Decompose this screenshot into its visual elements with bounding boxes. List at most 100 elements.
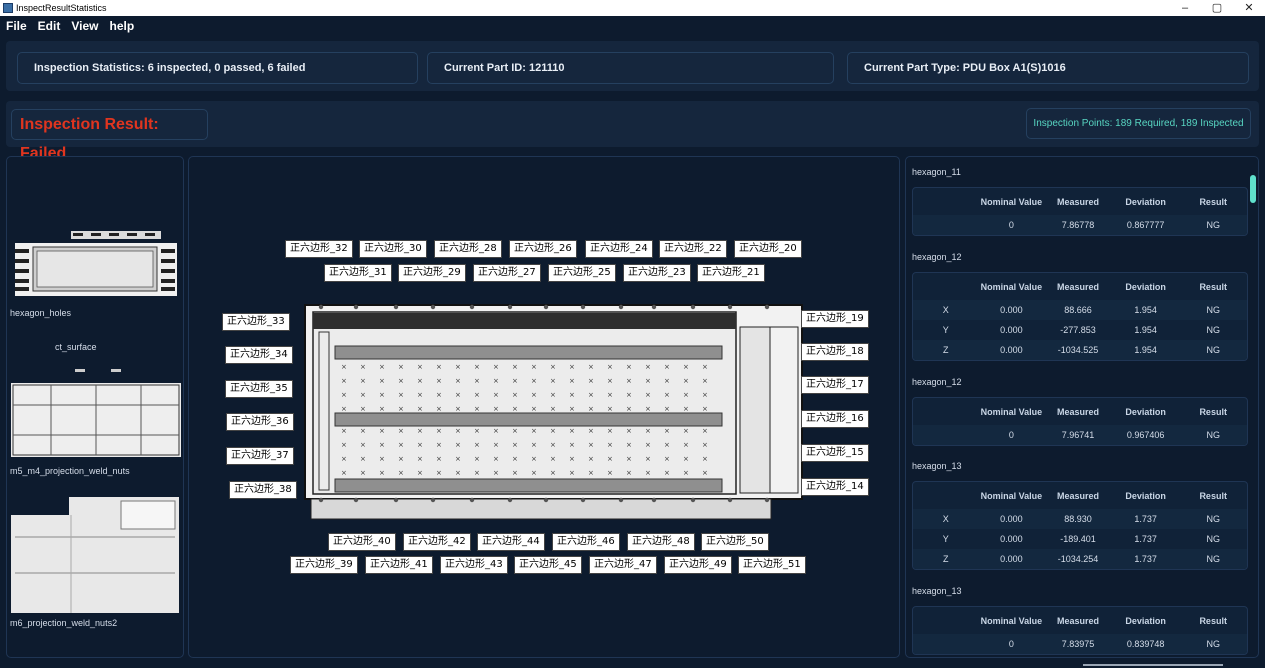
inspection-callout[interactable]: 正六边形_32: [285, 240, 353, 258]
column-header[interactable]: Nominal Value: [979, 407, 1045, 417]
inspection-callout[interactable]: 正六边形_28: [434, 240, 502, 258]
table-row[interactable]: 0 7.96741 0.967406 NG: [913, 425, 1247, 445]
inspection-callout[interactable]: 正六边形_50: [701, 533, 769, 551]
inspection-callout[interactable]: 正六边形_35: [225, 380, 293, 398]
inspection-statistics: Inspection Statistics: 6 inspected, 0 pa…: [17, 52, 418, 84]
column-header[interactable]: Result: [1179, 407, 1247, 417]
column-header[interactable]: Result: [1179, 197, 1247, 207]
inspection-callout[interactable]: 正六边形_39: [290, 556, 358, 574]
table-cell: 1.954: [1134, 325, 1157, 335]
column-header[interactable]: Measured: [1044, 491, 1112, 501]
inspection-callout[interactable]: 正六边形_44: [477, 533, 545, 551]
horizontal-scrollbar[interactable]: [1083, 664, 1223, 666]
table-header-row: Nominal Value Measured Deviation Result: [913, 188, 1247, 215]
inspection-callout[interactable]: 正六边形_31: [324, 264, 392, 282]
table-cell: NG: [1206, 430, 1220, 440]
menu-file[interactable]: File: [6, 19, 27, 33]
inspection-callout[interactable]: 正六边形_29: [398, 264, 466, 282]
thumbnail-m5-m4-weld-nuts[interactable]: [11, 365, 181, 457]
table-cell: 88.666: [1064, 305, 1092, 315]
window-title-bar: InspectResultStatistics – ▢ ✕: [0, 0, 1265, 16]
column-header[interactable]: Measured: [1044, 407, 1112, 417]
inspection-callout[interactable]: 正六边形_43: [440, 556, 508, 574]
inspection-callout[interactable]: 正六边形_26: [509, 240, 577, 258]
inspection-callout[interactable]: 正六边形_38: [229, 481, 297, 499]
inspection-callout[interactable]: 正六边形_27: [473, 264, 541, 282]
table-cell: 0.000: [1000, 514, 1023, 524]
column-header[interactable]: Nominal Value: [979, 197, 1045, 207]
inspection-callout[interactable]: 正六边形_41: [365, 556, 433, 574]
table-cell: 1.954: [1134, 305, 1157, 315]
inspection-callout[interactable]: 正六边形_14: [801, 478, 869, 496]
column-header[interactable]: Nominal Value: [979, 491, 1045, 501]
column-header[interactable]: Deviation: [1112, 282, 1180, 292]
column-header[interactable]: Result: [1179, 616, 1247, 626]
inspection-callout[interactable]: 正六边形_48: [627, 533, 695, 551]
inspection-callout[interactable]: 正六边形_18: [801, 343, 869, 361]
table-row[interactable]: Y 0.000 -189.401 1.737 NG: [913, 529, 1247, 549]
inspection-callout[interactable]: 正六边形_36: [226, 413, 294, 431]
inspection-callout[interactable]: 正六边形_17: [801, 376, 869, 394]
column-header[interactable]: Nominal Value: [979, 282, 1045, 292]
table-cell: Z: [943, 345, 949, 355]
menu-edit[interactable]: Edit: [38, 19, 61, 33]
inspection-result: Inspection Result: Failed: [11, 109, 208, 162]
measurement-table: Nominal Value Measured Deviation Result 0 7.9…: [912, 397, 1248, 446]
minimize-button[interactable]: –: [1169, 0, 1201, 16]
column-header[interactable]: Deviation: [1112, 197, 1180, 207]
app-icon: [3, 3, 13, 13]
inspection-callout[interactable]: 正六边形_23: [623, 264, 691, 282]
inspection-callout[interactable]: 正六边形_46: [552, 533, 620, 551]
table-row[interactable]: Y 0.000 -277.853 1.954 NG: [913, 320, 1247, 340]
maximize-button[interactable]: ▢: [1201, 0, 1233, 16]
menu-help[interactable]: help: [109, 19, 134, 33]
inspection-callout[interactable]: 正六边形_19: [801, 310, 869, 328]
inspection-callout[interactable]: 正六边形_33: [222, 313, 290, 331]
scrollbar-thumb[interactable]: [1250, 175, 1256, 203]
table-row[interactable]: Z 0.000 -1034.254 1.737 NG: [913, 549, 1247, 569]
measurement-group: hexagon_11 Nominal Value Measured Deviation…: [912, 165, 1248, 236]
inspection-callout[interactable]: 正六边形_47: [589, 556, 657, 574]
inspection-callout[interactable]: 正六边形_45: [514, 556, 582, 574]
table-header-row: Nominal Value Measured Deviation Result: [913, 398, 1247, 425]
table-cell: Y: [942, 325, 949, 335]
thumbnail-hexagon-holes[interactable]: [11, 223, 181, 298]
inspection-callout[interactable]: 正六边形_49: [664, 556, 732, 574]
thumbnail-m6-weld-nuts2[interactable]: [11, 497, 181, 613]
inspection-callout[interactable]: 正六边形_37: [226, 447, 294, 465]
column-header[interactable]: Measured: [1044, 616, 1112, 626]
close-button[interactable]: ✕: [1233, 0, 1265, 16]
inspection-callout[interactable]: 正六边形_21: [697, 264, 765, 282]
column-header[interactable]: Deviation: [1112, 616, 1180, 626]
inspection-callout[interactable]: 正六边形_15: [801, 444, 869, 462]
table-row[interactable]: 0 7.86778 0.867777 NG: [913, 215, 1247, 235]
table-row[interactable]: X 0.000 88.930 1.737 NG: [913, 509, 1247, 529]
inspection-callout[interactable]: 正六边形_51: [738, 556, 806, 574]
measurement-group-title: hexagon_13: [912, 586, 962, 596]
column-header[interactable]: Deviation: [1112, 407, 1180, 417]
column-header[interactable]: Nominal Value: [979, 616, 1045, 626]
menu-view[interactable]: View: [71, 19, 98, 33]
inspection-callout[interactable]: 正六边形_40: [328, 533, 396, 551]
inspection-callout[interactable]: 正六边形_34: [225, 346, 293, 364]
inspection-callout[interactable]: 正六边形_30: [359, 240, 427, 258]
measurement-group-title: hexagon_13: [912, 461, 962, 471]
inspection-callout[interactable]: 正六边形_20: [734, 240, 802, 258]
table-row[interactable]: X 0.000 88.666 1.954 NG: [913, 300, 1247, 320]
column-header[interactable]: Result: [1179, 282, 1247, 292]
measurement-panel: hexagon_11 Nominal Value Measured Deviation…: [905, 156, 1259, 658]
current-part-type: Current Part Type: PDU Box A1(S)1016: [847, 52, 1249, 84]
inspection-points: Inspection Points: 189 Required, 189 Ins…: [1026, 108, 1251, 139]
inspection-callout[interactable]: 正六边形_16: [801, 410, 869, 428]
column-header[interactable]: Result: [1179, 491, 1247, 501]
column-header[interactable]: Measured: [1044, 282, 1112, 292]
measurement-group-title: hexagon_11: [912, 167, 961, 177]
inspection-callout[interactable]: 正六边形_22: [659, 240, 727, 258]
inspection-callout[interactable]: 正六边形_24: [585, 240, 653, 258]
table-row[interactable]: 0 7.83975 0.839748 NG: [913, 634, 1247, 654]
inspection-callout[interactable]: 正六边形_25: [548, 264, 616, 282]
inspection-callout[interactable]: 正六边形_42: [403, 533, 471, 551]
column-header[interactable]: Measured: [1044, 197, 1112, 207]
table-row[interactable]: Z 0.000 -1034.525 1.954 NG: [913, 340, 1247, 360]
column-header[interactable]: Deviation: [1112, 491, 1180, 501]
